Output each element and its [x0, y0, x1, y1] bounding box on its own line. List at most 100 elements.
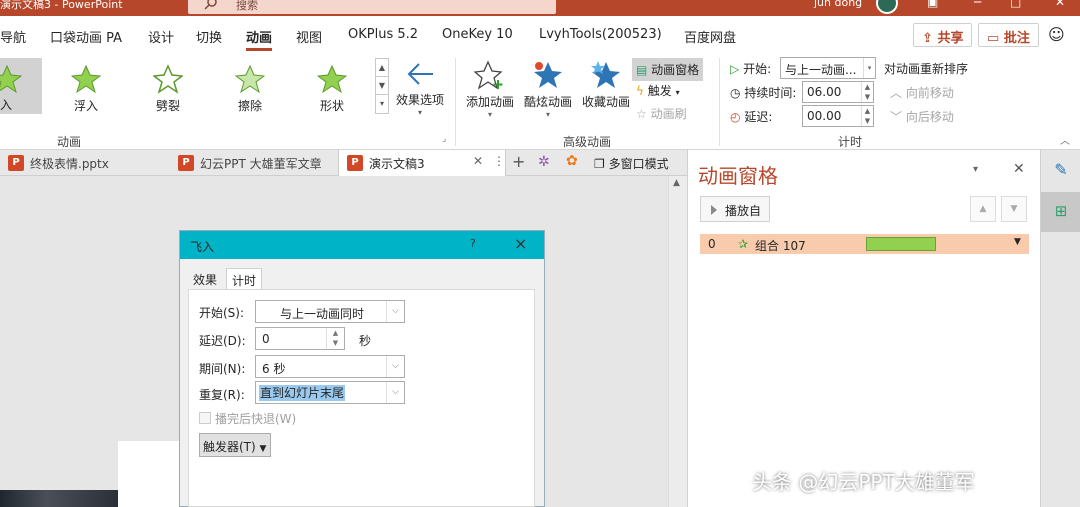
collapse-ribbon-icon[interactable]: ︿	[1060, 132, 1070, 147]
trigger-button[interactable]: ϟ 触发 ▾	[636, 82, 680, 99]
maximize-icon[interactable]: □	[1010, 0, 1021, 9]
search-box[interactable]: 搜索	[188, 0, 556, 14]
tab-navigation[interactable]: 导航	[0, 27, 26, 46]
powerpoint-icon: P	[178, 155, 194, 171]
gallery-item-flyin[interactable]: 入	[0, 58, 42, 114]
duration-spinner[interactable]: 06.00 ▲ ▼	[802, 81, 874, 103]
settings-icon[interactable]: ✿	[566, 153, 578, 169]
tab-transitions[interactable]: 切换	[196, 27, 222, 46]
gallery-item-wipe[interactable]: 擦除	[230, 64, 270, 114]
new-tab-icon[interactable]: +	[512, 152, 525, 171]
close-tab-icon[interactable]: ✕	[473, 154, 483, 168]
gallery-item-split[interactable]: 劈裂	[148, 64, 188, 114]
doc-tab-1[interactable]: P 终极表情.pptx	[0, 150, 168, 176]
chevron-down-icon: ▾	[863, 58, 875, 78]
pane-options-icon[interactable]: ▾	[973, 164, 978, 175]
more-icon[interactable]: ⋮	[493, 154, 505, 168]
help-button[interactable]: ?	[470, 237, 476, 250]
restore-ribbon-icon[interactable]: ▣	[927, 0, 938, 9]
doc-tab-label: 终极表情.pptx	[30, 157, 109, 171]
tab-lvyhtools[interactable]: LvyhTools(200523)	[539, 27, 662, 42]
start-select-value: 与上一动画...	[785, 63, 857, 77]
chevron-down-icon: ▾	[675, 88, 680, 97]
gallery-up-icon[interactable]: ▲	[376, 59, 388, 77]
item-dropdown-icon[interactable]: ▼	[1014, 237, 1021, 247]
add-animation-button[interactable]: 添加动画 ▾	[464, 60, 516, 119]
star-icon	[316, 64, 348, 94]
dialog-close-icon[interactable]: ×	[514, 234, 527, 253]
period-combo[interactable]: 6 秒 ⌵	[255, 355, 405, 378]
move-down-button[interactable]: ▼	[1001, 196, 1027, 222]
duration-value: 06.00	[807, 85, 842, 99]
gallery-label: 浮入	[73, 99, 98, 113]
chevron-down-icon: ⌵	[386, 356, 404, 377]
watermark: 头条 @幻云PPT大雄董军	[752, 470, 975, 494]
animation-pane-icon: ▤	[636, 63, 648, 77]
timeline-bar[interactable]	[866, 237, 936, 251]
vertical-scrollbar[interactable]: ▲	[668, 176, 687, 507]
tab-okplus[interactable]: OKPlus 5.2	[348, 27, 418, 42]
share-button[interactable]: ⇪ 共享	[913, 23, 973, 47]
spinner-arrows-icon[interactable]: ▲ ▼	[861, 82, 873, 102]
multi-window-button[interactable]: ❐ 多窗口模式	[594, 155, 669, 172]
slide-canvas[interactable]	[118, 441, 188, 507]
play-from-button[interactable]: 播放自	[700, 196, 771, 222]
double-chevron-icon: ▼	[259, 444, 267, 454]
spinner-arrows-icon[interactable]: ▲ ▼	[861, 106, 873, 126]
delay-input[interactable]: 0 ▲ ▼	[255, 327, 345, 350]
animation-pane-label: 动画窗格	[651, 63, 700, 77]
delay-spinner[interactable]: 00.00 ▲ ▼	[802, 105, 874, 127]
start-combo[interactable]: 与上一动画同时 ⌵	[255, 300, 405, 323]
magic-icon[interactable]: ✲	[538, 154, 550, 170]
tab-effect[interactable]: 效果	[188, 268, 222, 290]
tab-baidu-netdisk[interactable]: 百度网盘	[684, 27, 736, 46]
trigger-dropdown-button[interactable]: 触发器(T) ▼	[199, 433, 271, 457]
spinner-arrows-icon[interactable]: ▲ ▼	[326, 328, 344, 349]
avatar[interactable]	[876, 0, 898, 14]
delay-value: 00.00	[807, 109, 842, 123]
doc-tab-3[interactable]: P 演示文稿3 ✕ ⋮	[338, 150, 506, 176]
gallery-more-icon[interactable]: ▾	[376, 95, 388, 113]
smiley-icon[interactable]: ☺	[1048, 25, 1065, 44]
animation-painter-button[interactable]: ☆ 动画刷	[636, 105, 687, 122]
tab-timing[interactable]: 计时	[226, 268, 263, 290]
start-select[interactable]: 与上一动画... ▾	[780, 57, 876, 79]
doc-tab-2[interactable]: P 幻云PPT 大雄董军文章	[170, 150, 338, 176]
cool-animation-button[interactable]: 酷炫动画 ▾	[520, 60, 576, 119]
gallery-label: 擦除	[237, 99, 262, 113]
collect-animation-button[interactable]: 收藏动画	[578, 60, 634, 110]
format-brush-button[interactable]: ✎	[1041, 150, 1080, 190]
pane-close-icon[interactable]: ✕	[1013, 161, 1025, 177]
gallery-down-icon[interactable]: ▼	[376, 77, 388, 95]
entrance-star-icon: ✰	[738, 237, 749, 251]
comment-button[interactable]: ▭ 批注	[978, 23, 1039, 47]
tab-view[interactable]: 视图	[296, 27, 322, 46]
user-name[interactable]: jun dong	[814, 0, 862, 9]
move-earlier-button[interactable]: ︿ 向前移动	[890, 84, 954, 101]
animation-list-item[interactable]: 0 ✰ 组合 107 ▼	[700, 234, 1029, 254]
tab-animations[interactable]: 动画	[246, 27, 273, 51]
animation-pane-toggle[interactable]: ⊞	[1041, 192, 1080, 232]
gallery-item-shape[interactable]: 形状	[312, 64, 352, 114]
move-later-button[interactable]: ﹀ 向后移动	[890, 108, 954, 125]
tab-onekey[interactable]: OneKey 10	[442, 27, 513, 42]
rewind-checkbox[interactable]	[199, 412, 211, 424]
gallery-item-float-in[interactable]: 浮入	[66, 64, 106, 114]
dialog-titlebar[interactable]: 飞入 ? ×	[180, 231, 544, 259]
minimize-icon[interactable]: ─	[974, 0, 981, 9]
gallery-scrollbar[interactable]: ▲ ▼ ▾	[375, 58, 389, 114]
move-up-button[interactable]: ▲	[970, 196, 996, 222]
dialog-launcher-icon[interactable]: ⌟	[442, 134, 446, 144]
lightning-icon: ϟ	[636, 84, 644, 98]
scroll-up-icon[interactable]: ▲	[673, 178, 680, 188]
slide-photo[interactable]	[0, 490, 118, 507]
repeat-combo[interactable]: 直到幻灯片末尾 ⌵	[255, 381, 405, 404]
timing-panel: 开始(S): 与上一动画同时 ⌵ 延迟(D): 0 ▲ ▼ 秒 期间(N): 6 秒 ⌵…	[188, 289, 535, 507]
tab-pocket-animation[interactable]: 口袋动画 PA	[50, 27, 122, 46]
animation-pane-button[interactable]: ▤ 动画窗格	[632, 58, 704, 81]
effect-options-button[interactable]: 效果选项 ▾	[394, 60, 446, 117]
arrow-left-icon	[407, 63, 433, 85]
tab-design[interactable]: 设计	[148, 27, 174, 46]
close-icon[interactable]: ✕	[1055, 0, 1065, 9]
star-icon	[70, 64, 102, 94]
